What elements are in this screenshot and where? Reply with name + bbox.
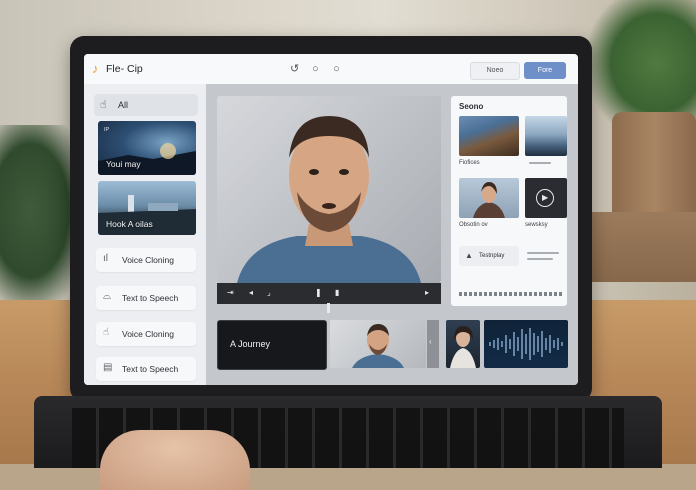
- sidebar-item-label: Text to Speech: [122, 293, 179, 303]
- voice-action-label: Testnplay: [479, 253, 505, 259]
- hand: [100, 430, 250, 490]
- sidebar-item-text-to-speech[interactable]: ⌓ Text to Speech: [96, 286, 196, 310]
- sound-wave-icon: ıl: [103, 253, 108, 264]
- circle-icon[interactable]: ○: [333, 63, 340, 75]
- marker-icon[interactable]: ⌟: [267, 288, 271, 298]
- thumbnail-caption: Hook A oilas: [106, 219, 153, 229]
- title-clip[interactable]: A Journey: [217, 320, 327, 370]
- media-thumbnail-sky[interactable]: [525, 116, 567, 156]
- voice-action-button[interactable]: ▲ Testnplay: [459, 246, 519, 266]
- top-bar: ♪ Fle- Cip ↺ ○ ○ Noeo Fore: [84, 54, 578, 85]
- laptop-screen: ♪ Fle- Cip ↺ ○ ○ Noeo Fore ☝ All IP Youi…: [84, 54, 578, 385]
- sidebar-item-label: Text to Speech: [122, 364, 179, 374]
- sidebar-thumbnail-1[interactable]: IP Youi may: [98, 121, 196, 175]
- woman-thumbnail: [450, 326, 476, 368]
- sidebar-item-text-to-speech[interactable]: ▤ Text to Speech: [96, 357, 196, 381]
- right-panel: Seono Fiofices ▶ Obsotin ov sewsksy ▲ Te…: [451, 96, 567, 306]
- audio-waveform-clip[interactable]: [484, 320, 568, 368]
- skip-back-icon[interactable]: ⇥: [227, 288, 234, 298]
- clip-title: A Journey: [230, 339, 271, 349]
- media-thumbnail-woman[interactable]: [459, 178, 519, 218]
- circle-icon[interactable]: ○: [312, 63, 319, 75]
- play-icon[interactable]: ▸: [425, 288, 429, 298]
- sidebar-thumbnail-2[interactable]: Hook A oilas: [98, 181, 196, 235]
- woman-portrait: [473, 182, 505, 218]
- undo-icon[interactable]: ↺: [290, 63, 299, 75]
- playback-controls: ⇥ ◂ ⌟ ❚ ▮ ▸: [217, 283, 441, 304]
- hand-icon: ☝: [103, 327, 110, 338]
- thumbnail-caption: Youi may: [106, 159, 141, 169]
- media-label-placeholder: [529, 162, 551, 164]
- speech-icon: ⌓: [103, 291, 111, 302]
- media-label: sewsksy: [525, 222, 548, 228]
- chevron-left-icon: ‹: [429, 337, 432, 346]
- sidebar-item-label: Voice Cloning: [122, 329, 174, 339]
- strip-scroll-button[interactable]: ‹: [427, 320, 439, 368]
- text-placeholder-line: [527, 252, 559, 254]
- video-preview[interactable]: [217, 96, 441, 283]
- plant-left: [0, 125, 80, 315]
- panel-footer-text: [459, 292, 563, 296]
- media-thumbnail-video[interactable]: ▶: [525, 178, 567, 218]
- pause-icon[interactable]: ❚: [315, 288, 322, 298]
- media-label: Fiofices: [459, 160, 480, 166]
- sidebar-item-all[interactable]: ☝ All: [94, 94, 198, 116]
- presenter-thumbnail: [352, 324, 404, 368]
- play-circle-icon[interactable]: ▶: [536, 189, 554, 207]
- sidebar-item-label: All: [118, 100, 129, 110]
- waveform-icon: [489, 328, 563, 360]
- secondary-button[interactable]: Noeo: [470, 62, 520, 80]
- play-icon: ▶: [542, 193, 549, 202]
- hand-icon: ☝: [100, 99, 107, 111]
- sidebar-item-label: Voice Cloning: [122, 255, 174, 265]
- media-thumbnail-coast[interactable]: [459, 116, 519, 156]
- editor-workspace: ⇥ ◂ ⌟ ❚ ▮ ▸ Seono Fiofices ▶ Obsotin ov …: [206, 84, 578, 385]
- media-label: Obsotin ov: [459, 222, 488, 228]
- playhead-handle[interactable]: [327, 303, 330, 313]
- stop-icon[interactable]: ▮: [335, 288, 339, 298]
- document-icon: ▤: [103, 362, 113, 373]
- clip-thumbnail-woman[interactable]: [446, 320, 480, 368]
- primary-button[interactable]: Fore: [524, 62, 566, 79]
- panel-title: Seono: [459, 102, 484, 111]
- sidebar-item-voice-cloning[interactable]: ıl Voice Cloning: [96, 248, 196, 272]
- presenter-image: [237, 116, 421, 283]
- triangle-icon: ▲: [465, 251, 473, 260]
- app-title: Fle- Cip: [106, 63, 143, 75]
- shelf: [590, 212, 696, 282]
- music-note-icon: ♪: [92, 61, 99, 76]
- text-placeholder-line: [527, 258, 553, 260]
- clip-thumbnail-presenter[interactable]: [330, 320, 426, 368]
- sidebar-item-voice-cloning[interactable]: ☝ Voice Cloning: [96, 322, 196, 346]
- sidebar: ☝ All IP Youi may Hook A oilas ıl Voice …: [84, 84, 206, 385]
- rewind-icon[interactable]: ◂: [249, 288, 253, 298]
